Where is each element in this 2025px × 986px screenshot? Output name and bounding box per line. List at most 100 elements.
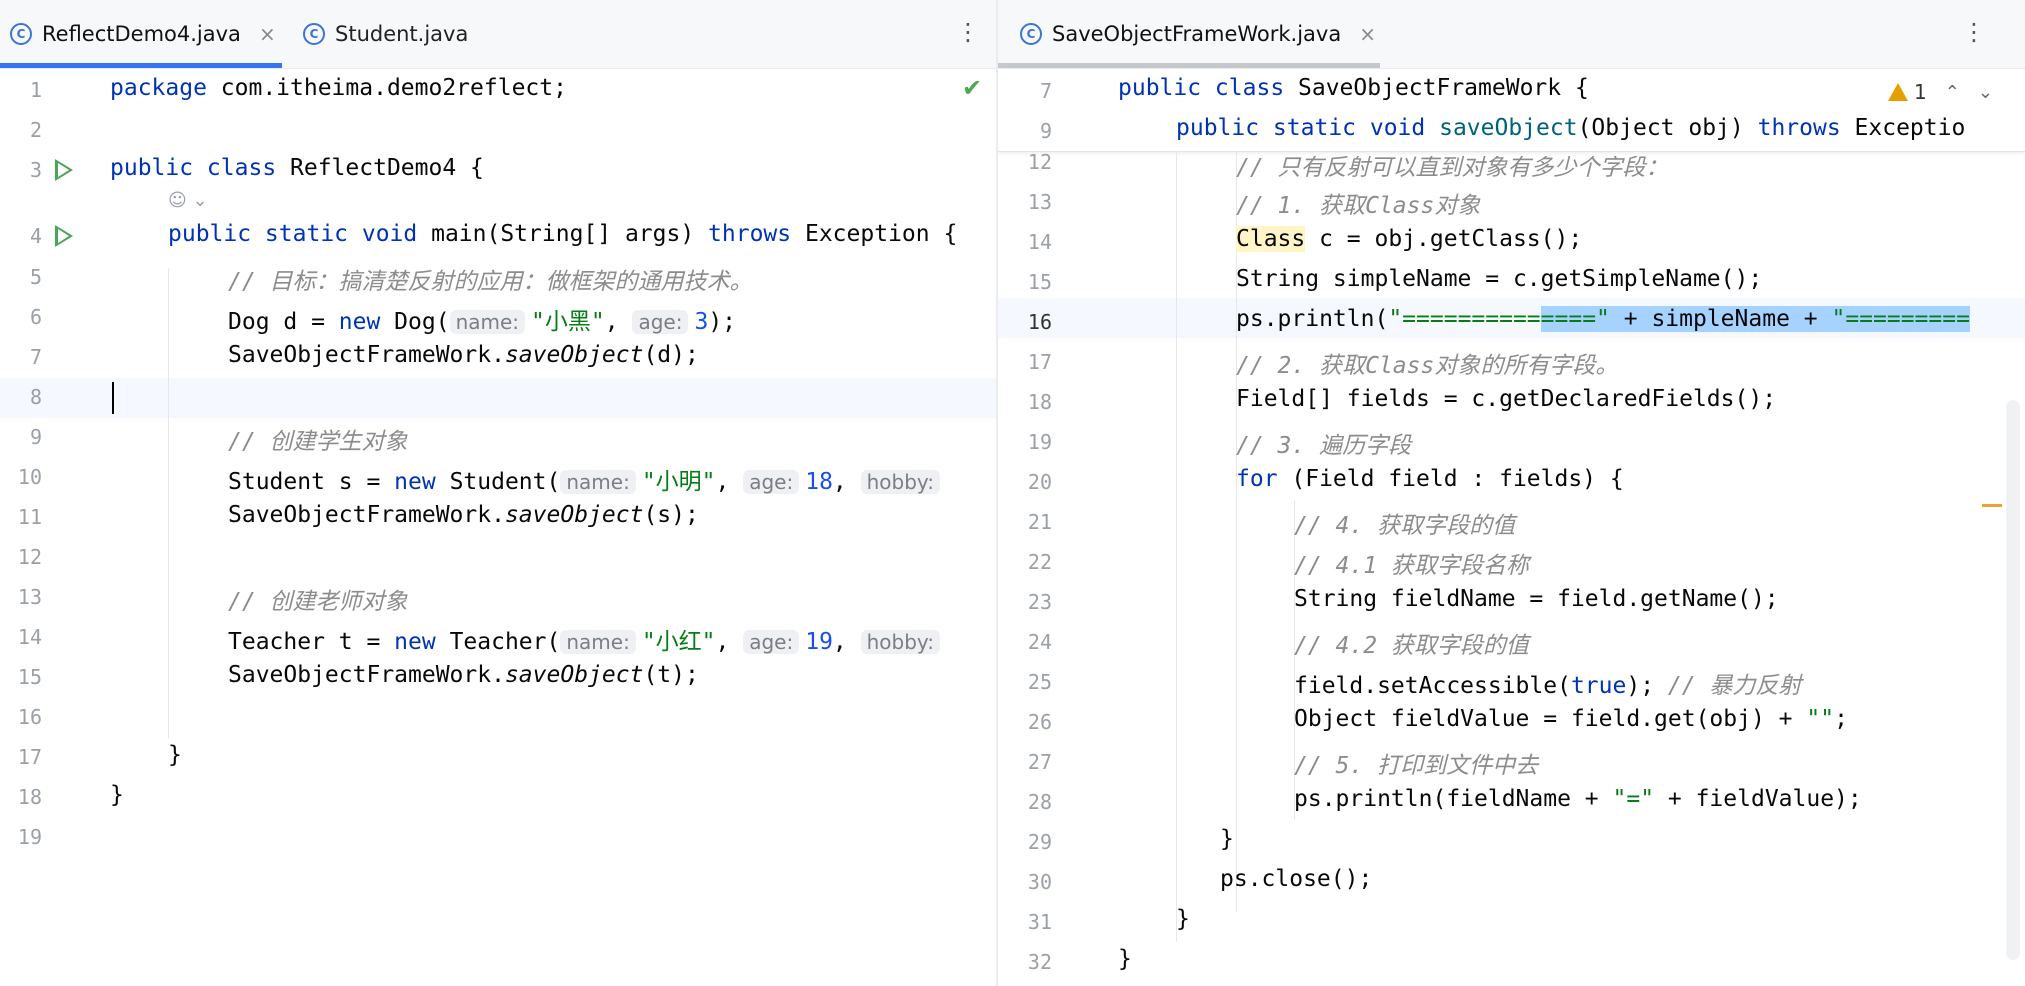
line-number: 25 — [1027, 670, 1052, 694]
more-options-icon[interactable]: ⋮ — [1962, 18, 1986, 46]
code-line-17: } — [168, 742, 182, 768]
no-problems-check-icon[interactable]: ✔ — [962, 74, 982, 102]
line-number: 31 — [1027, 910, 1052, 934]
code-line-6: Dog d = new Dog(name: "小黑", age: 3); — [228, 309, 737, 335]
code-line-32: } — [1118, 946, 1132, 972]
code-line-16: ps.println("==============" + simpleName… — [1236, 306, 1970, 332]
tab-label: SaveObjectFrameWork.java — [1052, 22, 1342, 46]
code-line-18: Field[] fields = c.getDeclaredFields(); — [1236, 386, 1777, 412]
line-number: 10 — [17, 465, 42, 489]
line-number: 4 — [29, 224, 42, 248]
line-number: 9 — [29, 425, 42, 449]
line-number: 8 — [29, 385, 42, 409]
code-line-17-comment: // 2. 获取Class对象的所有字段。 — [1236, 353, 1619, 379]
code-line-25: field.setAccessible(true); // 暴力反射 — [1294, 673, 1802, 699]
tab-label: ReflectDemo4.java — [42, 22, 241, 46]
line-number: 15 — [17, 665, 42, 689]
author-hint[interactable]: ☺ ⌄ — [168, 190, 208, 211]
sticky-lines-header: 7 public class SaveObjectFrameWork { 9 p… — [998, 69, 2025, 152]
code-line-10: Student s = new Student(name: "小明", age: 1… — [228, 462, 946, 496]
code-line-29: } — [1220, 826, 1234, 852]
text-selection: ====" + simpleName + "========= — [1540, 306, 1970, 332]
java-class-icon: C — [303, 23, 325, 45]
param-hint: hobby: — [860, 630, 941, 654]
code-line-27-comment: // 5. 打印到文件中去 — [1294, 753, 1539, 779]
line-number: 16 — [1027, 310, 1052, 334]
line-number: 26 — [1027, 710, 1052, 734]
code-line-26: Object fieldValue = field.get(obj) + ""; — [1294, 706, 1848, 732]
run-class-icon[interactable] — [55, 159, 73, 181]
code-line-12-comment: // 只有反射可以直到对象有多少个字段： — [1236, 155, 1669, 181]
code-line-15: SaveObjectFrameWork.saveObject(t); — [228, 662, 699, 688]
line-number: 19 — [1027, 430, 1052, 454]
java-class-icon: C — [1020, 23, 1042, 45]
scroll-marker[interactable] — [1982, 504, 2002, 507]
line-number: 7 — [29, 345, 42, 369]
next-highlight-icon[interactable]: ⌄ — [1978, 82, 1993, 103]
param-hint: name: — [449, 310, 526, 334]
run-main-icon[interactable] — [55, 225, 73, 247]
sticky-line-9[interactable]: public static void saveObject(Object obj… — [1176, 115, 1965, 141]
line-number: 12 — [1027, 150, 1052, 174]
line-number: 20 — [1027, 470, 1052, 494]
code-line-24-comment: // 4.2 获取字段的值 — [1294, 633, 1529, 659]
right-tab-bar: C SaveObjectFrameWork.java × ⋮ — [998, 0, 2025, 69]
code-line-1: package com.itheima.demo2reflect; — [110, 75, 567, 101]
sticky-line-7[interactable]: public class SaveObjectFrameWork { — [1118, 75, 1589, 101]
tab-saveobjectframework[interactable]: C SaveObjectFrameWork.java × — [1020, 0, 1376, 68]
line-number: 15 — [1027, 270, 1052, 294]
code-line-11: SaveObjectFrameWork.saveObject(s); — [228, 502, 699, 528]
previous-highlight-icon[interactable]: ⌃ — [1945, 82, 1960, 103]
line-number: 28 — [1027, 790, 1052, 814]
code-line-3: public class ReflectDemo4 { — [110, 155, 484, 181]
left-tab-bar: C ReflectDemo4.java × C Student.java ⋮ — [0, 0, 998, 69]
warning-count: 1 — [1914, 80, 1927, 104]
active-tab-indicator — [998, 63, 1380, 68]
line-number: 32 — [1027, 950, 1052, 974]
code-line-7: SaveObjectFrameWork.saveObject(d); — [228, 342, 699, 368]
code-line-30: ps.close(); — [1220, 866, 1373, 892]
tab-reflectdemo4[interactable]: C ReflectDemo4.java × — [10, 0, 276, 68]
line-number: 13 — [17, 585, 42, 609]
line-number: 7 — [1039, 79, 1052, 103]
line-number: 9 — [1039, 119, 1052, 143]
more-options-icon[interactable]: ⋮ — [956, 18, 980, 46]
code-line-31: } — [1176, 906, 1190, 932]
line-number: 12 — [17, 545, 42, 569]
param-hint: name: — [560, 470, 636, 494]
line-number: 18 — [17, 785, 42, 809]
line-number: 17 — [1027, 350, 1052, 374]
inspection-widget[interactable]: 1 ⌃ ⌄ — [1888, 80, 1993, 104]
line-number: 27 — [1027, 750, 1052, 774]
line-number: 29 — [1027, 830, 1052, 854]
code-line-20: for (Field field : fields) { — [1236, 466, 1624, 492]
code-line-15: String simpleName = c.getSimpleName(); — [1236, 266, 1763, 292]
line-number: 21 — [1027, 510, 1052, 534]
code-line-19-comment: // 3. 遍历字段 — [1236, 433, 1412, 459]
right-editor-pane: C SaveObjectFrameWork.java × ⋮ 7 public … — [998, 0, 2025, 986]
code-line-14: Teacher t = new Teacher(name: "小红", age: 1… — [228, 622, 946, 656]
line-number: 30 — [1027, 870, 1052, 894]
line-number: 22 — [1027, 550, 1052, 574]
tab-student[interactable]: C Student.java — [303, 0, 468, 68]
java-class-icon: C — [10, 23, 32, 45]
line-number: 1 — [29, 78, 42, 102]
line-number: 19 — [17, 825, 42, 849]
line-number: 17 — [17, 745, 42, 769]
code-line-13-comment: // 创建老师对象 — [228, 589, 408, 615]
text-caret — [112, 382, 114, 414]
code-line-13-comment: // 1. 获取Class对象 — [1236, 193, 1481, 219]
param-hint: age: — [743, 630, 800, 654]
line-number: 14 — [1027, 230, 1052, 254]
line-number: 24 — [1027, 630, 1052, 654]
code-line-21-comment: // 4. 获取字段的值 — [1294, 513, 1516, 539]
code-line-14: Class c = obj.getClass(); — [1236, 226, 1583, 252]
line-number: 5 — [29, 265, 42, 289]
param-hint: age: — [632, 310, 689, 334]
line-number: 18 — [1027, 390, 1052, 414]
close-icon[interactable]: × — [259, 22, 276, 46]
left-editor-pane: C ReflectDemo4.java × C Student.java ⋮ 1… — [0, 0, 998, 986]
line-number: 16 — [17, 705, 42, 729]
close-icon[interactable]: × — [1359, 22, 1376, 46]
vertical-scrollbar[interactable] — [2006, 400, 2020, 960]
